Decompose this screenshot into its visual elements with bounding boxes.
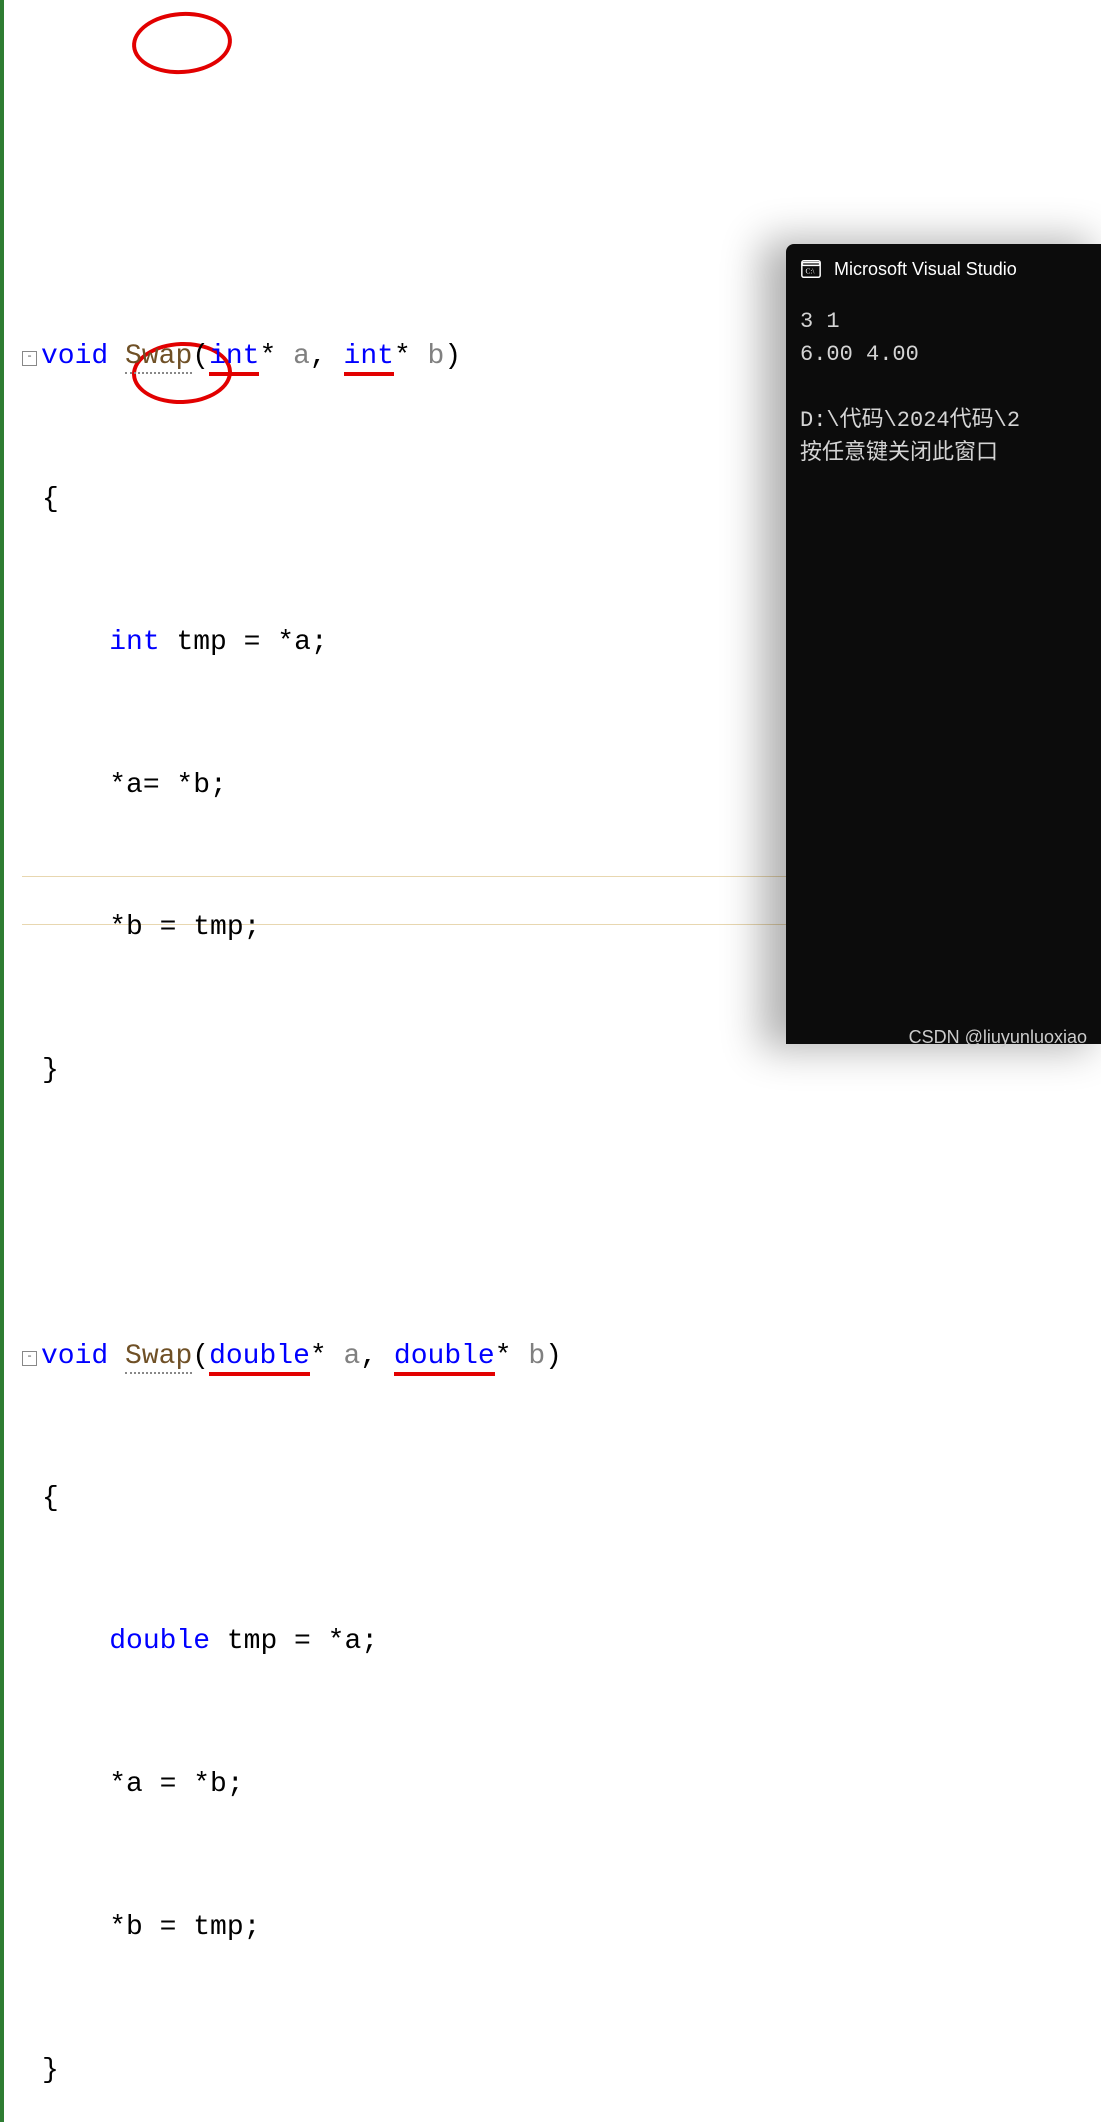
svg-text:C:\: C:\ xyxy=(806,267,816,276)
param-a: a xyxy=(293,341,310,372)
code-line[interactable]: } xyxy=(22,2047,1101,2095)
fold-toggle-icon[interactable]: - xyxy=(22,351,37,366)
output-line: 3 1 xyxy=(800,309,840,334)
terminal-icon: C:\ xyxy=(800,258,822,280)
param-b: b xyxy=(528,1341,545,1372)
type-int-underlined: int xyxy=(344,341,394,376)
type-double-underlined: double xyxy=(394,1341,495,1376)
watermark-text: CSDN @liuyunluoxiao xyxy=(909,1022,1087,1053)
code-line[interactable]: *a = *b; xyxy=(22,1761,1101,1809)
output-line: D:\代码\2024代码\2 xyxy=(800,408,1020,433)
output-line: 6.00 4.00 xyxy=(800,342,919,367)
keyword-void: void xyxy=(41,1341,108,1372)
type-int-underlined: int xyxy=(209,341,259,376)
param-a: a xyxy=(344,1341,361,1372)
annotation-circle-swap-1 xyxy=(130,9,234,78)
code-line[interactable]: -void Swap(double* a, double* b) xyxy=(22,1333,1101,1381)
function-name-swap: Swap xyxy=(125,1341,192,1374)
debug-console-window[interactable]: C:\ Microsoft Visual Studio 3 1 6.00 4.0… xyxy=(786,244,1101,1044)
keyword-void: void xyxy=(41,341,108,372)
output-line: 按任意键关闭此窗口 xyxy=(800,441,998,466)
console-output[interactable]: 3 1 6.00 4.00 D:\代码\2024代码\2 按任意键关闭此窗口 xyxy=(786,295,1101,480)
function-name-swap: Swap xyxy=(125,341,192,374)
keyword-int: int xyxy=(109,627,159,658)
console-title: Microsoft Visual Studio xyxy=(834,254,1017,285)
fold-toggle-icon[interactable]: - xyxy=(22,1351,37,1366)
code-line-blank[interactable] xyxy=(22,1190,1101,1238)
code-line[interactable]: { xyxy=(22,1475,1101,1523)
console-titlebar[interactable]: C:\ Microsoft Visual Studio xyxy=(786,244,1101,295)
type-double-underlined: double xyxy=(209,1341,310,1376)
code-line[interactable]: double tmp = *a; xyxy=(22,1618,1101,1666)
param-b: b xyxy=(428,341,445,372)
code-line[interactable]: } xyxy=(22,1047,1101,1095)
code-line[interactable]: *b = tmp; xyxy=(22,1904,1101,1952)
keyword-double: double xyxy=(109,1626,210,1657)
